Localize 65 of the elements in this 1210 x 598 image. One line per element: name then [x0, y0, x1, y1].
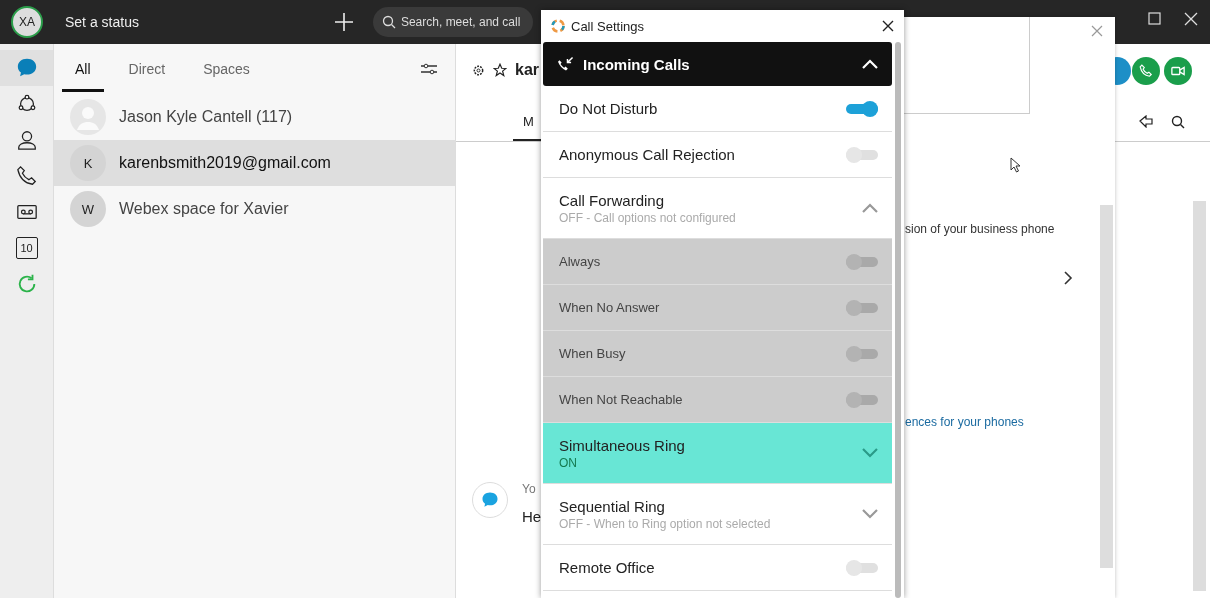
setting-row[interactable]: Simultaneous Ring ON [543, 423, 893, 484]
filter-tab[interactable]: Direct [115, 46, 179, 92]
section-title: Incoming Calls [583, 55, 691, 73]
phone-icon [15, 165, 38, 187]
toggle-switch[interactable] [846, 103, 879, 114]
setting-label: When Busy [559, 346, 627, 361]
space-title: kar [515, 61, 540, 79]
setting-label: Anonymous Call Rejection [559, 146, 736, 163]
setting-label: Always [559, 254, 602, 269]
video-button[interactable] [1164, 57, 1192, 85]
star-icon[interactable] [493, 63, 507, 77]
close-icon[interactable] [882, 20, 894, 32]
conversation-item[interactable]: K karenbsmith2019@gmail.com [54, 140, 455, 186]
setting-label: Sequential Ring [559, 497, 666, 515]
toggle-switch[interactable] [846, 562, 879, 573]
cursor-icon [1010, 157, 1022, 173]
search-icon [381, 15, 396, 29]
call-button[interactable] [1132, 57, 1160, 85]
app-logo-icon [551, 19, 565, 33]
plus-icon[interactable] [334, 13, 353, 31]
status-text[interactable]: Set a status [65, 14, 139, 30]
chat-icon [481, 491, 499, 509]
toggle-switch[interactable] [846, 149, 879, 160]
conversation-name: karenbsmith2019@gmail.com [119, 154, 331, 172]
video-icon [1171, 65, 1185, 77]
person-icon [15, 129, 38, 151]
incoming-call-icon [557, 56, 575, 72]
chevron-right-icon[interactable] [1064, 271, 1073, 285]
scrollbar[interactable] [1100, 205, 1113, 568]
user-avatar[interactable]: XA [11, 6, 43, 38]
setting-status: ON [559, 455, 578, 470]
search-icon[interactable] [1171, 115, 1185, 129]
setting-status: OFF - Call options not configured [559, 210, 737, 225]
initial-avatar: K [70, 145, 106, 181]
search-field[interactable]: Search, meet, and call [372, 7, 533, 37]
setting-status: OFF - When to Ring option not selected [559, 516, 772, 531]
setting-label: Call Forwarding [559, 191, 666, 209]
filter-icon[interactable] [421, 63, 437, 75]
filter-tab[interactable]: All [62, 46, 104, 92]
message-sender: Yo [522, 482, 537, 496]
conversation-item[interactable]: Jason Kyle Cantell (117) [54, 94, 455, 140]
calendar-icon: 10 [15, 237, 38, 259]
scrollbar[interactable] [895, 42, 901, 598]
setting-label: Remote Office [559, 559, 656, 576]
settings-icon[interactable] [472, 63, 485, 77]
conversation-item[interactable]: W Webex space for Xavier [54, 186, 455, 232]
nav-button[interactable]: 10 [0, 230, 53, 266]
window-title: Call Settings [571, 18, 645, 34]
chat-icon [15, 57, 38, 79]
setting-label: Simultaneous Ring [559, 436, 686, 454]
conversation-name: Webex space for Xavier [119, 200, 289, 218]
phone-icon [1139, 64, 1153, 78]
section-header[interactable]: Incoming Calls [543, 42, 893, 86]
initial-avatar: W [70, 191, 106, 227]
message-text: He [522, 508, 542, 525]
description-text: sion of your business phone [905, 222, 1055, 236]
conversation-name: Jason Kyle Cantell (117) [119, 108, 293, 126]
scrollbar[interactable] [1193, 201, 1206, 591]
preferences-link[interactable]: ences for your phones [905, 415, 1024, 429]
setting-label: Do Not Disturb [559, 100, 659, 117]
setting-label: When No Answer [559, 300, 661, 315]
filter-tab[interactable]: Spaces [190, 46, 263, 92]
setting-label: When Not Reachable [559, 392, 684, 407]
reply-icon[interactable] [1139, 115, 1153, 128]
maximize-icon[interactable] [1148, 12, 1162, 26]
